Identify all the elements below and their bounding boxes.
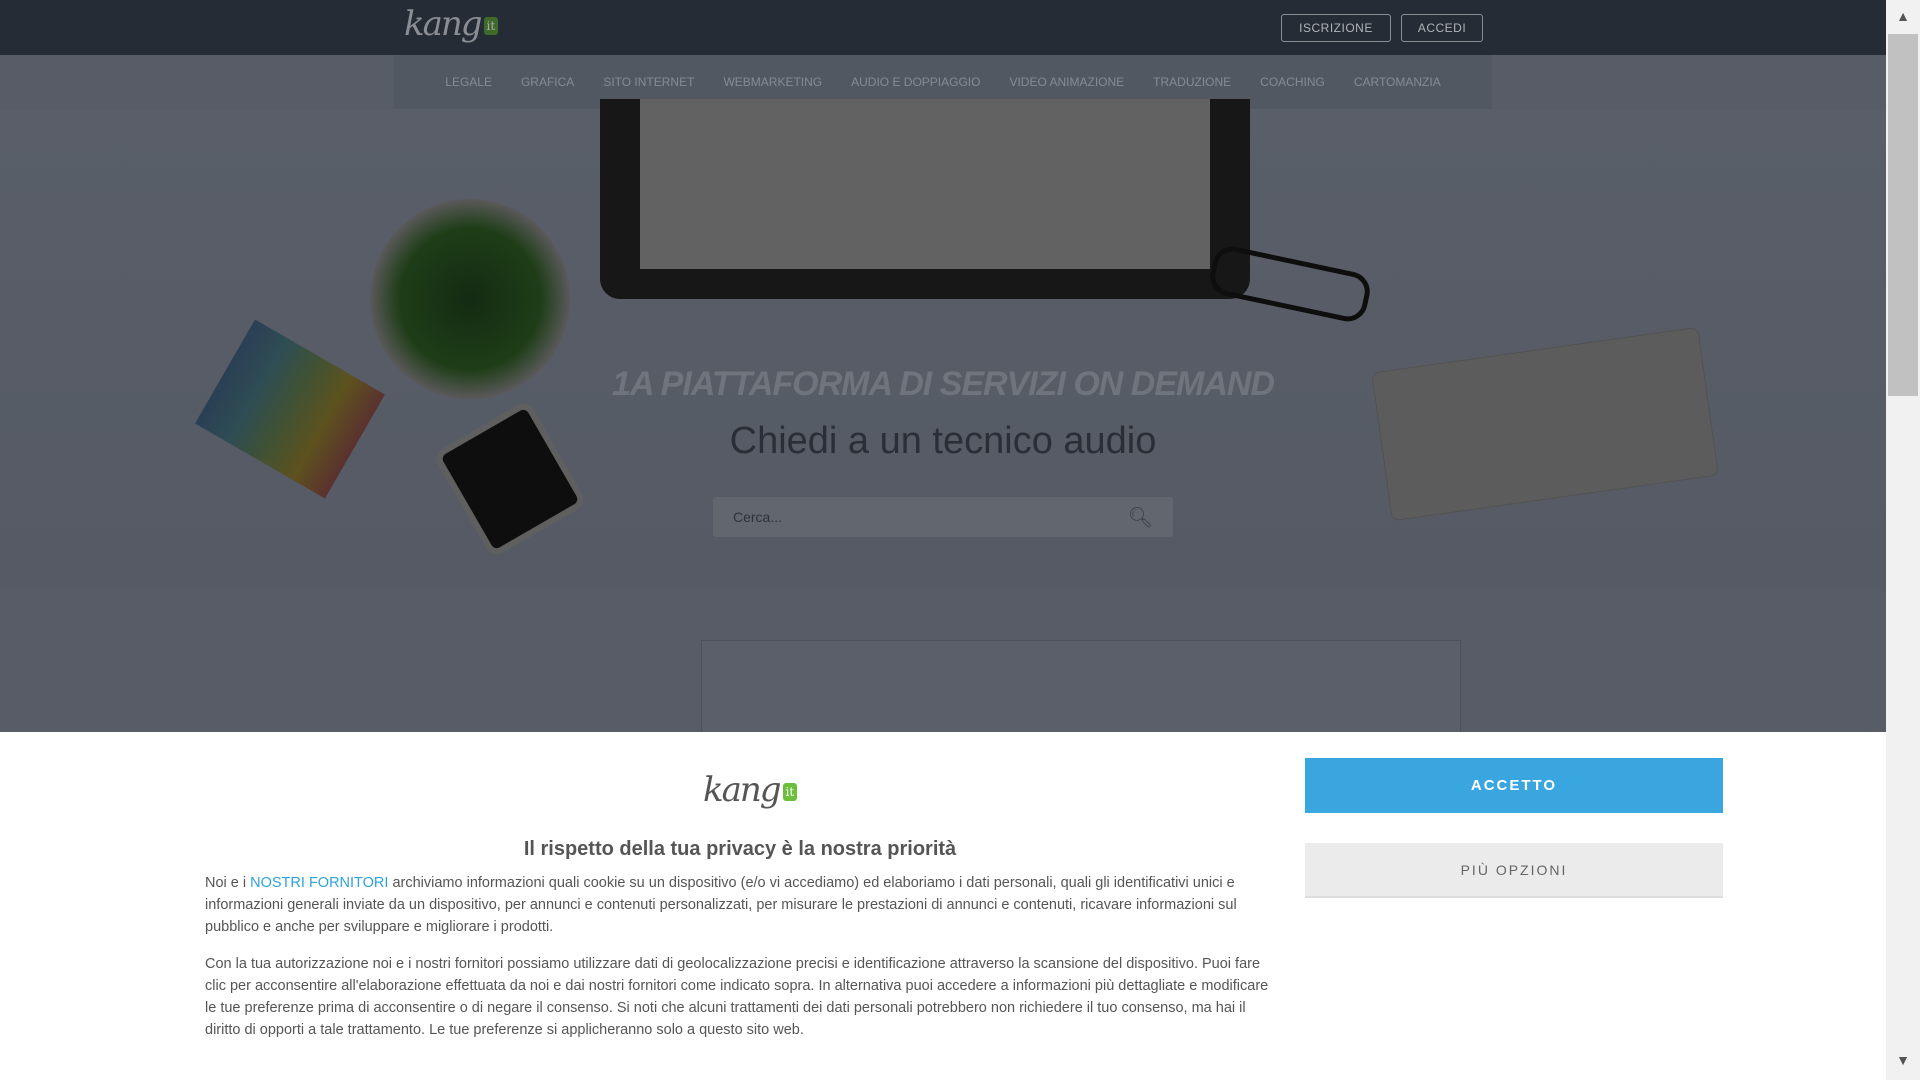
scrollbar-thumb[interactable] bbox=[1888, 34, 1918, 396]
page: kang it ISCRIZIONE ACCEDI LEGALE GRAFICA … bbox=[0, 0, 1886, 1080]
more-options-button[interactable]: PIÙ OPZIONI bbox=[1305, 843, 1723, 898]
search-input[interactable]: Cerca... 🔍︎ bbox=[713, 497, 1173, 537]
banner-paragraph-2: Con la tua autorizzazione noi e i nostri… bbox=[205, 956, 1269, 1038]
nav-webmarketing[interactable]: WEBMARKETING bbox=[723, 75, 822, 89]
monitor-image bbox=[600, 99, 1250, 299]
nav-cartomanzia[interactable]: CARTOMANZIA bbox=[1354, 75, 1441, 89]
banner-logo: kang it bbox=[703, 770, 798, 810]
banner-logo-badge: it bbox=[782, 783, 798, 801]
search-placeholder: Cerca... bbox=[733, 509, 783, 525]
signup-button[interactable]: ISCRIZIONE bbox=[1281, 14, 1391, 42]
hero-subtitle: Chiedi a un tecnico audio bbox=[729, 420, 1157, 462]
hero-tagline: 1A PIATTAFORMA DI SERVIZI ON DEMAND bbox=[612, 365, 1275, 403]
site-logo[interactable]: kang it bbox=[404, 4, 499, 44]
banner-paragraph-1: Noi e i NOSTRI FORNITORI archiviamo info… bbox=[205, 872, 1275, 938]
scroll-up-icon[interactable]: ▲ bbox=[1886, 8, 1920, 24]
nav-legale[interactable]: LEGALE bbox=[445, 75, 492, 89]
nav-grafica[interactable]: GRAFICA bbox=[521, 75, 574, 89]
accept-button[interactable]: ACCETTO bbox=[1305, 758, 1723, 813]
search-icon[interactable]: 🔍︎ bbox=[1128, 505, 1153, 530]
nav-traduzione[interactable]: TRADUZIONE bbox=[1153, 75, 1231, 89]
login-button[interactable]: ACCEDI bbox=[1401, 14, 1483, 42]
glasses-image bbox=[1206, 242, 1374, 326]
vendors-link[interactable]: NOSTRI FORNITORI bbox=[250, 875, 388, 891]
nav-sito-internet[interactable]: SITO INTERNET bbox=[603, 75, 694, 89]
scrollbar[interactable]: ▲ ▼ bbox=[1886, 0, 1920, 1080]
banner-title: Il rispetto della tua privacy è la nostr… bbox=[523, 838, 957, 860]
scroll-down-icon[interactable]: ▼ bbox=[1886, 1052, 1920, 1068]
p1-pre: Noi e i bbox=[205, 875, 251, 891]
nav-video[interactable]: VIDEO ANIMAZIONE bbox=[1009, 75, 1124, 89]
top-bar: kang it ISCRIZIONE ACCEDI bbox=[0, 0, 1886, 55]
nav-coaching[interactable]: COACHING bbox=[1260, 75, 1325, 89]
logo-text: kang bbox=[404, 4, 483, 44]
cookie-banner: kang it Il rispetto della tua privacy è l… bbox=[0, 732, 1886, 1080]
logo-badge: it bbox=[483, 17, 499, 35]
nav-audio[interactable]: AUDIO E DOPPIAGGIO bbox=[851, 75, 980, 89]
color-swatches-image bbox=[195, 319, 385, 499]
banner-logo-text: kang bbox=[703, 770, 782, 810]
